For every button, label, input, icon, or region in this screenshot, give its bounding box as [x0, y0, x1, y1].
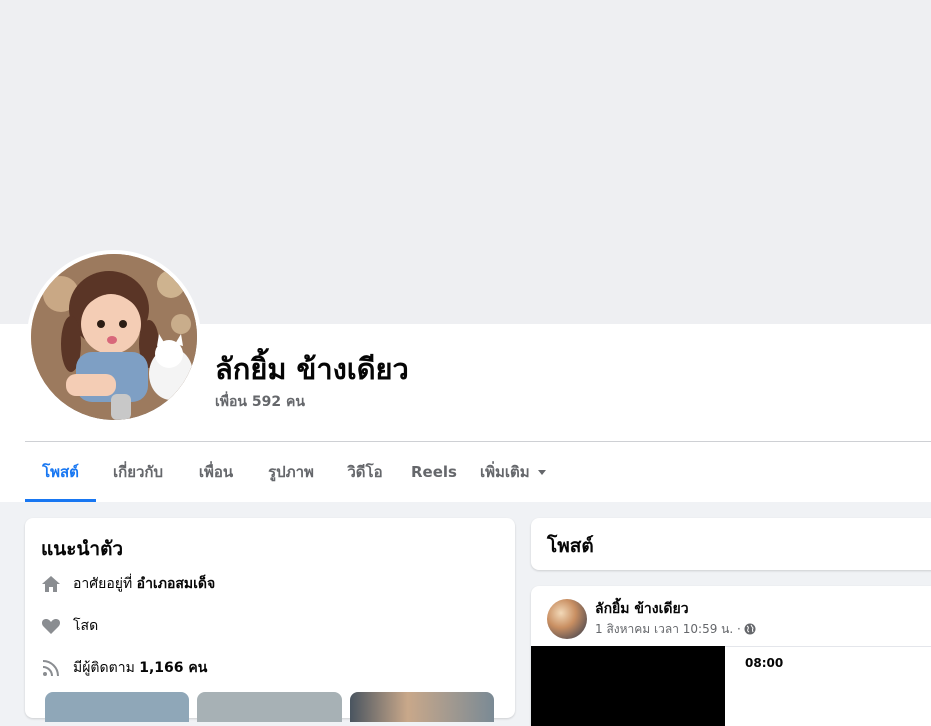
tab-more[interactable]: เพิ่มเติม [480, 442, 554, 502]
profile-tabs: โพสต์ เกี่ยวกับ เพื่อน รูปภาพ วิดีโอ Ree… [25, 442, 931, 502]
profile-avatar[interactable] [31, 254, 197, 420]
post-timestamp[interactable]: 1 สิงหาคม เวลา 10:59 น. · [595, 622, 741, 636]
tab-more-label: เพิ่มเติม [480, 463, 530, 481]
profile-name: ลักยิ้ม ข้างเดียว [215, 352, 409, 386]
post-author-avatar[interactable] [547, 599, 587, 639]
home-icon [42, 576, 60, 592]
tab-friends[interactable]: เพื่อน [193, 442, 239, 502]
friends-count[interactable]: เพื่อน 592 คน [215, 391, 305, 413]
featured-photo-3[interactable] [350, 692, 494, 722]
intro-card: แนะนำตัว อาศัยอยู่ที่ อำเภอสมเด็จ โสด มี… [25, 518, 515, 718]
tab-photos[interactable]: รูปภาพ [263, 442, 319, 502]
posts-title: โพสต์ [547, 535, 594, 557]
posts-header-card: โพสต์ [531, 518, 931, 570]
caret-down-icon [537, 470, 546, 475]
post-card: ลักยิ้ม ข้างเดียว 1 สิงหาคม เวลา 10:59 น… [531, 586, 931, 726]
relationship-status: โสด [73, 618, 99, 634]
followers-icon [42, 660, 59, 677]
tab-posts[interactable]: โพสต์ [25, 442, 96, 502]
avatar-illustration [31, 254, 197, 420]
tab-about[interactable]: เกี่ยวกับ [110, 442, 166, 502]
post-meta: 1 สิงหาคม เวลา 10:59 น. · [595, 620, 756, 639]
globe-icon [744, 623, 756, 635]
tab-reels[interactable]: Reels [411, 442, 457, 502]
lives-place-link[interactable]: อำเภอสมเด็จ [137, 576, 216, 592]
intro-title: แนะนำตัว [41, 538, 124, 560]
post-video[interactable] [531, 646, 725, 726]
featured-photo-2[interactable] [197, 692, 342, 722]
tab-videos[interactable]: วิดีโอ [345, 442, 385, 502]
lives-prefix: อาศัยอยู่ที่ [73, 576, 133, 592]
video-time-label: 08:00 [745, 656, 784, 670]
followers-count-link[interactable]: 1,166 คน [139, 660, 207, 676]
heart-icon [41, 618, 61, 634]
featured-photo-1[interactable] [45, 692, 189, 722]
followers-prefix: มีผู้ติดตาม [73, 660, 135, 676]
post-author-name[interactable]: ลักยิ้ม ข้างเดียว [595, 598, 689, 620]
